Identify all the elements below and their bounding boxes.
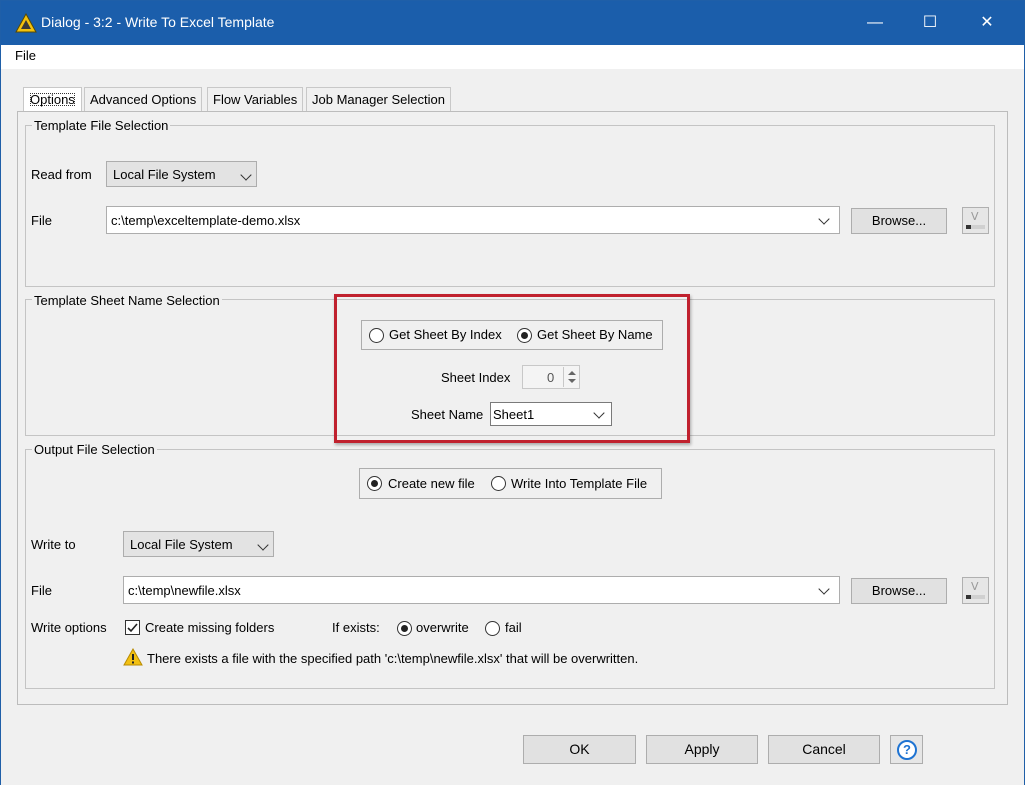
tab-job-manager-selection[interactable]: Job Manager Selection	[306, 87, 451, 112]
flow-variable-icon: V	[966, 580, 985, 599]
radio-write-into-template-file[interactable]	[491, 476, 506, 491]
menu-file[interactable]: File	[15, 48, 36, 63]
ok-button[interactable]: OK	[523, 735, 636, 764]
dialog-window: Dialog - 3:2 - Write To Excel Template —…	[0, 0, 1025, 785]
read-from-dropdown[interactable]: Local File System	[106, 161, 257, 187]
chevron-down-icon	[257, 539, 269, 551]
read-from-value: Local File System	[113, 167, 216, 182]
close-button[interactable]: ✕	[961, 1, 1013, 45]
create-missing-folders-checkbox[interactable]	[125, 620, 140, 635]
tab-advanced-options[interactable]: Advanced Options	[84, 87, 203, 112]
title-bar[interactable]: Dialog - 3:2 - Write To Excel Template —…	[1, 1, 1024, 45]
template-browse-button[interactable]: Browse...	[851, 208, 947, 234]
write-to-label: Write to	[31, 537, 76, 552]
radio-create-new-file[interactable]	[367, 476, 382, 491]
warning-icon	[123, 648, 143, 666]
chevron-down-icon	[818, 213, 830, 225]
maximize-button[interactable]: ☐	[904, 1, 956, 45]
minimize-button[interactable]: —	[849, 1, 901, 45]
template-file-path-input[interactable]: c:\temp\exceltemplate-demo.xlsx	[106, 206, 840, 234]
apply-button[interactable]: Apply	[646, 735, 758, 764]
write-to-value: Local File System	[130, 537, 233, 552]
chevron-down-icon	[818, 583, 830, 595]
help-button[interactable]: ?	[890, 735, 923, 764]
flow-variable-icon: V	[966, 210, 985, 229]
create-new-file-label[interactable]: Create new file	[388, 476, 475, 491]
svg-text:V: V	[971, 580, 979, 593]
overwrite-warning-text: There exists a file with the specified p…	[147, 651, 639, 666]
template-file-group-label: Template File Selection	[32, 118, 171, 133]
output-flow-variable-button[interactable]: V	[962, 577, 989, 604]
output-browse-button[interactable]: Browse...	[851, 578, 947, 604]
template-file-path-value: c:\temp\exceltemplate-demo.xlsx	[111, 213, 301, 228]
output-file-path-value: c:\temp\newfile.xlsx	[128, 583, 241, 598]
write-options-label: Write options	[31, 620, 107, 635]
tab-label: Options	[29, 92, 75, 107]
read-from-label: Read from	[31, 167, 92, 182]
overwrite-label[interactable]: overwrite	[416, 620, 469, 635]
output-file-path-input[interactable]: c:\temp\newfile.xlsx	[123, 576, 840, 604]
svg-text:V: V	[971, 210, 979, 223]
highlight-box	[334, 294, 690, 443]
radio-overwrite[interactable]	[397, 621, 412, 636]
template-flow-variable-button[interactable]: V	[962, 207, 989, 234]
sheet-selection-group-label: Template Sheet Name Selection	[32, 293, 222, 308]
cancel-button[interactable]: Cancel	[768, 735, 880, 764]
write-to-dropdown[interactable]: Local File System	[123, 531, 274, 557]
write-into-template-file-label[interactable]: Write Into Template File	[511, 476, 647, 491]
output-file-group-label: Output File Selection	[32, 442, 157, 457]
menu-bar: File	[1, 45, 1024, 69]
tab-label: Advanced Options	[90, 92, 197, 107]
checkmark-icon	[127, 623, 138, 633]
create-missing-folders-label[interactable]: Create missing folders	[145, 620, 274, 635]
chevron-down-icon	[240, 169, 252, 181]
help-icon: ?	[897, 740, 917, 760]
fail-label[interactable]: fail	[505, 620, 522, 635]
tab-options[interactable]: Options	[23, 87, 82, 113]
output-file-label: File	[31, 583, 52, 598]
radio-fail[interactable]	[485, 621, 500, 636]
tab-label: Flow Variables	[213, 92, 298, 107]
tab-label: Job Manager Selection	[312, 92, 445, 107]
window-title: Dialog - 3:2 - Write To Excel Template	[41, 14, 275, 30]
knime-warning-icon	[15, 13, 37, 33]
tab-flow-variables[interactable]: Flow Variables	[207, 87, 304, 112]
if-exists-label: If exists:	[332, 620, 380, 635]
template-file-label: File	[31, 213, 52, 228]
